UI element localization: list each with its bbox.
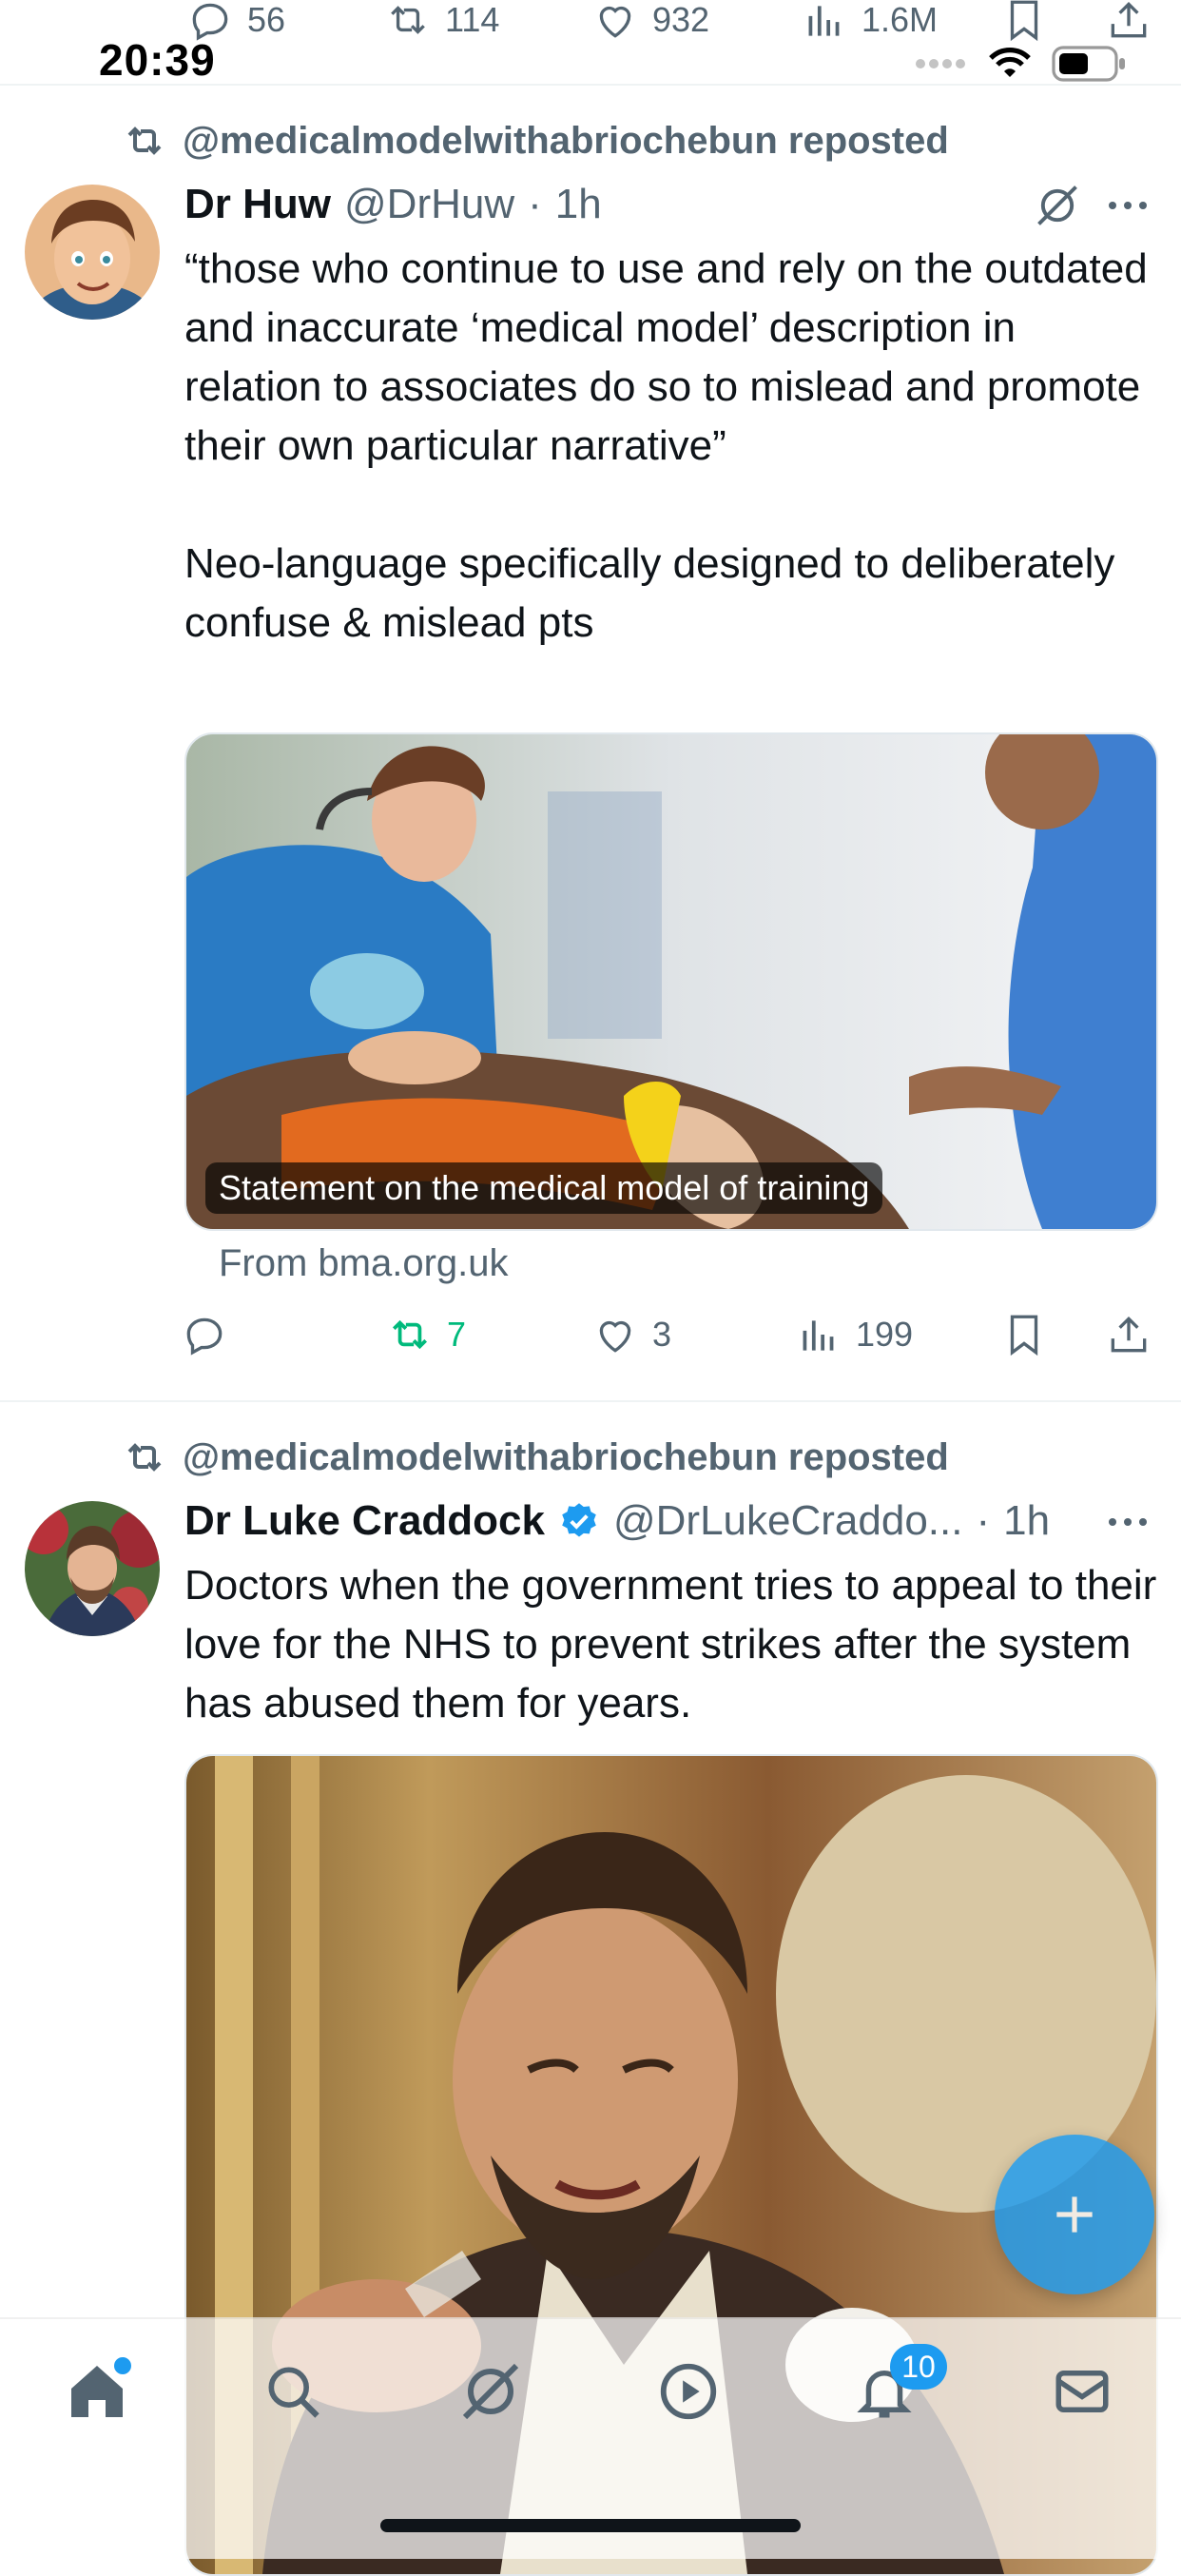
link-source[interactable]: From bma.org.uk: [219, 1242, 509, 1285]
author-name[interactable]: Dr Luke Craddock: [184, 1497, 545, 1545]
avatar[interactable]: [25, 1501, 160, 1636]
tweet-actions: 7 3 199: [181, 1311, 1160, 1368]
tweet-header: Dr Luke Craddock @DrLukeCraddo... · 1h: [184, 1497, 1050, 1545]
reposted-by-text: @medicalmodelwithabriochebun reposted: [183, 119, 949, 162]
heart-icon: [599, 1320, 631, 1353]
divider: [0, 84, 1181, 86]
share-icon: [1111, 1316, 1147, 1353]
grok-icon: [1037, 185, 1077, 225]
more-options-button[interactable]: [1105, 188, 1151, 223]
like-button[interactable]: 3: [591, 1311, 671, 1358]
tweet-time[interactable]: 1h: [1003, 1497, 1050, 1545]
wifi-icon: [989, 48, 1031, 77]
bookmark-icon: [1010, 1315, 1038, 1356]
compose-button[interactable]: [995, 2135, 1154, 2294]
repost-icon: [127, 1443, 162, 1472]
like-button[interactable]: 932: [591, 0, 709, 44]
notifications-badge: 10: [890, 2344, 947, 2390]
share-button[interactable]: [1105, 0, 1152, 44]
author-name[interactable]: Dr Huw: [184, 181, 331, 228]
tab-grok[interactable]: [453, 2353, 529, 2430]
status-icons: [915, 46, 1128, 82]
link-card-image[interactable]: Statement on the medical model of traini…: [184, 732, 1158, 1231]
search-icon: [268, 2367, 319, 2418]
more-options-button[interactable]: [1105, 1505, 1151, 1539]
views-count: 1.6M: [862, 0, 939, 39]
battery-icon: [1052, 46, 1125, 82]
views-icon: [808, 6, 840, 36]
views-button[interactable]: 1.6M: [801, 0, 938, 44]
tweet-text: Doctors when the government tries to app…: [184, 1562, 1169, 1727]
repost-attribution[interactable]: @medicalmodelwithabriochebun reposted: [122, 1434, 949, 1480]
share-button[interactable]: [1105, 1311, 1152, 1358]
reposted-by-text: @medicalmodelwithabriochebun reposted: [183, 1435, 949, 1478]
tweet-time[interactable]: 1h: [555, 181, 602, 228]
grok-icon: [462, 2363, 519, 2420]
separator-dot: ·: [528, 181, 542, 227]
tweet-text: “those who continue to use and rely on t…: [184, 245, 1148, 646]
avatar-cartoon-image: [25, 185, 160, 320]
author-handle[interactable]: @DrLukeCraddo...: [613, 1497, 963, 1545]
tab-video[interactable]: [650, 2353, 726, 2430]
views-count: 199: [856, 1315, 914, 1354]
separator-dot: ·: [976, 1497, 991, 1544]
more-icon: [1109, 1518, 1147, 1526]
tab-home[interactable]: [59, 2353, 135, 2430]
repost-count: 114: [445, 0, 500, 39]
play-icon: [660, 2363, 717, 2420]
mail-icon: [1055, 2371, 1109, 2412]
grok-button[interactable]: [1033, 181, 1082, 230]
author-handle[interactable]: @DrHuw: [344, 181, 514, 228]
tab-messages[interactable]: [1044, 2353, 1120, 2430]
plus-icon: [1056, 2196, 1093, 2233]
repost-icon: [127, 127, 162, 155]
reply-icon: [186, 1317, 223, 1356]
avatar[interactable]: [25, 185, 160, 320]
like-count: 932: [652, 0, 710, 39]
views-icon: [803, 1320, 834, 1351]
home-indicator: [380, 2519, 801, 2532]
new-posts-dot: [114, 2357, 131, 2374]
repost-icon: [393, 1319, 427, 1350]
more-icon: [1109, 202, 1147, 209]
heart-icon: [599, 6, 631, 38]
medical-photo: [186, 734, 1156, 1229]
repost-button[interactable]: 7: [386, 1311, 466, 1358]
bookmark-button[interactable]: [1000, 1311, 1048, 1358]
status-time: 20:39: [99, 35, 216, 85]
like-count: 3: [652, 1315, 672, 1354]
share-icon: [1111, 1, 1147, 38]
divider: [0, 1400, 1181, 1402]
verified-badge-icon: [562, 1503, 596, 1537]
tweet-header: Dr Huw @DrHuw · 1h: [184, 181, 602, 228]
repost-attribution[interactable]: @medicalmodelwithabriochebun reposted: [122, 118, 949, 164]
repost-count: 7: [447, 1315, 467, 1354]
bookmark-icon: [1010, 0, 1038, 42]
reply-button[interactable]: [181, 1311, 242, 1358]
link-card-caption: Statement on the medical model of traini…: [205, 1162, 883, 1214]
views-button[interactable]: 199: [795, 1311, 913, 1358]
reply-count: 56: [247, 0, 286, 39]
repost-button[interactable]: 114: [384, 0, 499, 44]
bookmark-button[interactable]: [1000, 0, 1048, 44]
tab-search[interactable]: [255, 2353, 331, 2430]
avatar-photo: [25, 1501, 160, 1636]
repost-icon: [391, 6, 425, 34]
signal-dots-icon: [916, 59, 965, 68]
